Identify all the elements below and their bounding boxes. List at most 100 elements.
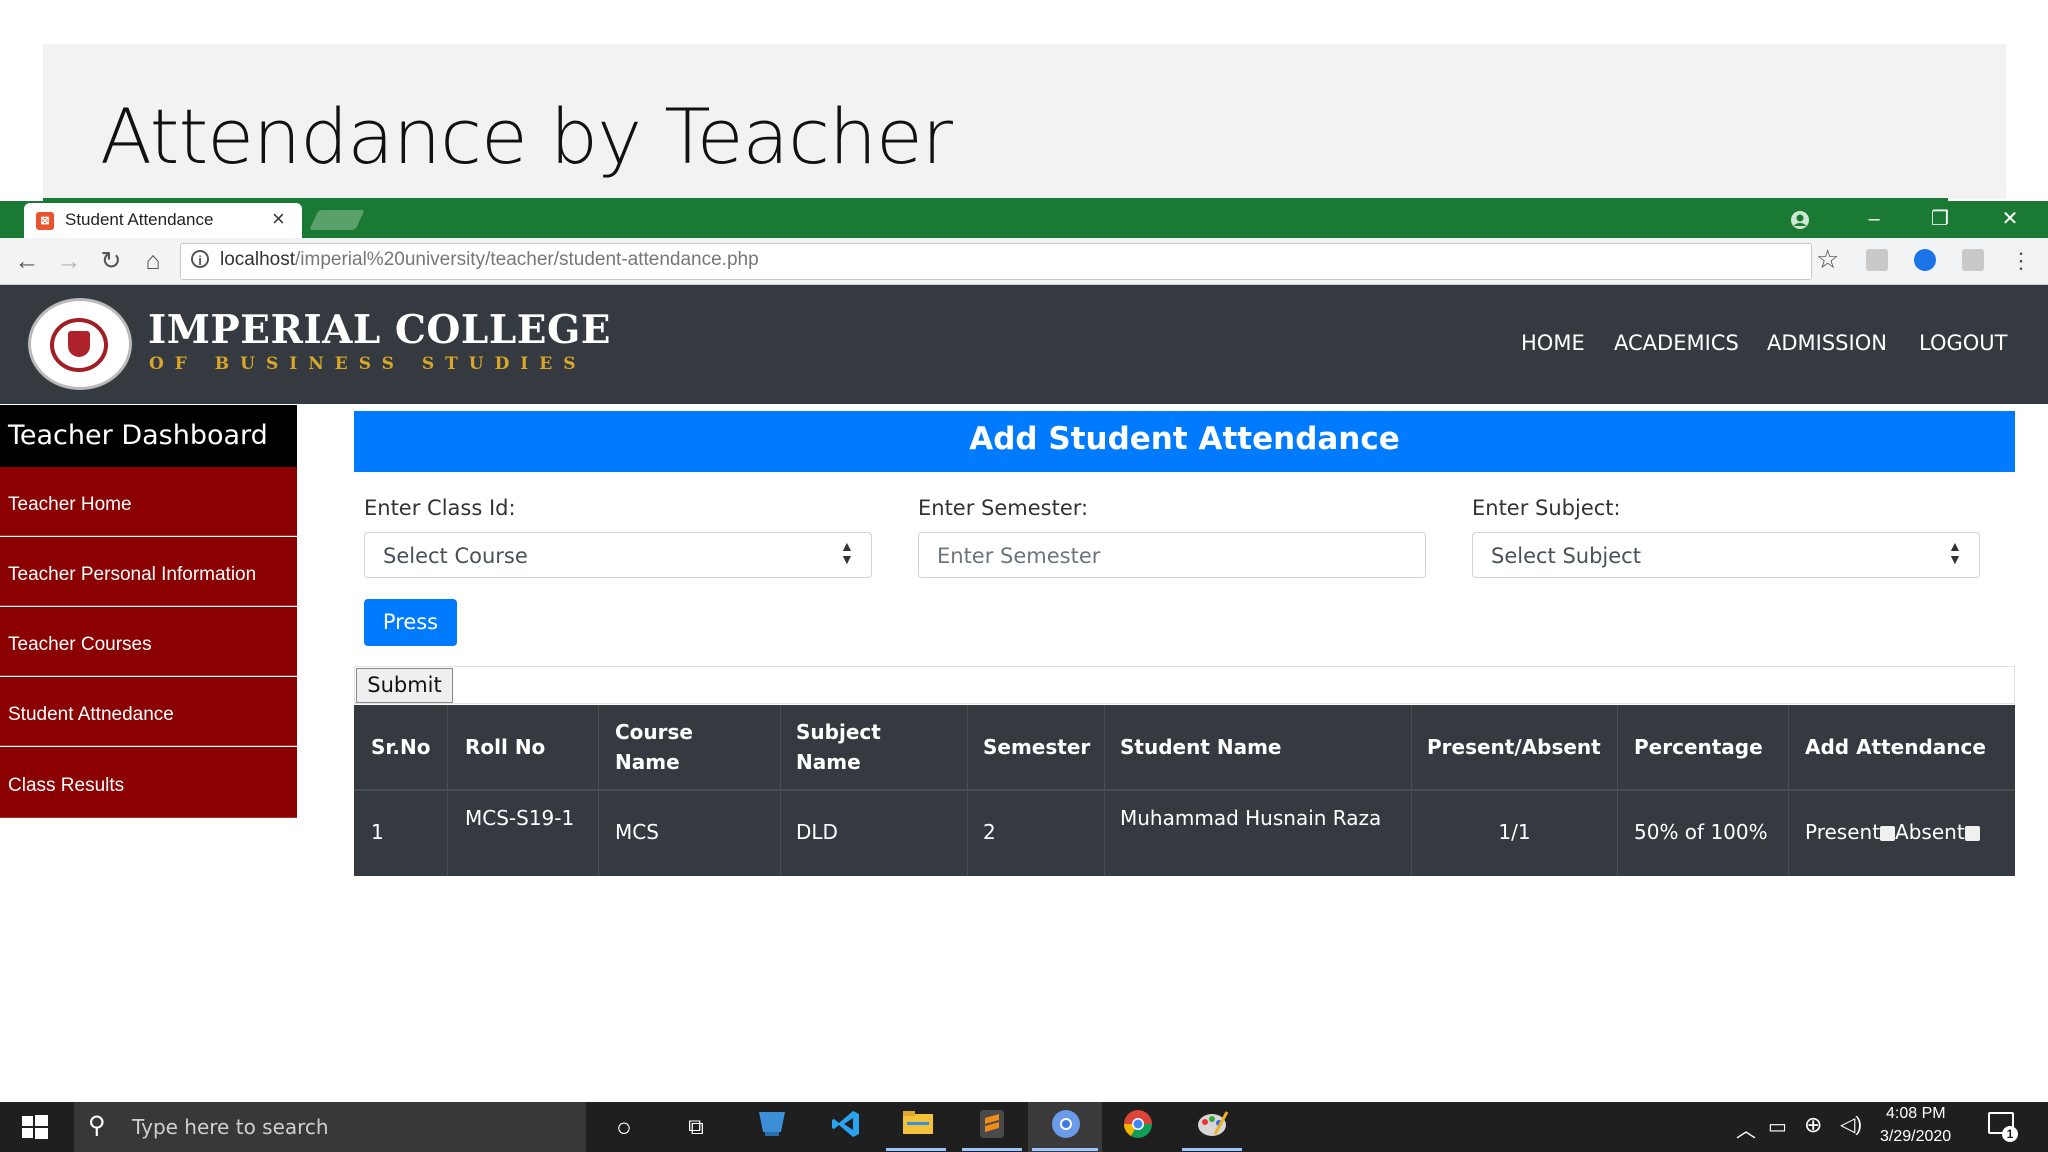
- subject-select-value[interactable]: Select Subject: [1491, 544, 1641, 568]
- cell-semester: 2: [983, 820, 996, 844]
- cell-course: MCS: [615, 820, 659, 844]
- table-header-divider: [354, 789, 2015, 791]
- column-divider: [967, 705, 968, 876]
- sidebar-item-label[interactable]: Student Attnedance: [8, 704, 174, 726]
- url-text[interactable]: localhost/imperial%20university/teacher/…: [220, 249, 759, 271]
- cell-rollno: MCS-S19-1: [465, 806, 575, 830]
- sidebar-title: Teacher Dashboard: [8, 420, 268, 451]
- column-divider: [1788, 705, 1789, 876]
- select-arrows-icon: ▲ ▼: [840, 538, 854, 567]
- task-view-icon[interactable]: ⧉: [676, 1108, 716, 1146]
- extension-icon-2[interactable]: [1962, 249, 1984, 271]
- new-tab-button[interactable]: [309, 210, 365, 230]
- restore-icon[interactable]: ❐: [1918, 203, 1962, 236]
- tab-title[interactable]: Student Attendance: [65, 210, 213, 230]
- nav-admission[interactable]: ADMISSION: [1767, 331, 1887, 355]
- cell-subject: DLD: [796, 820, 838, 844]
- column-divider: [1617, 705, 1618, 876]
- search-icon: ⚲: [88, 1112, 106, 1139]
- absent-label: Absent: [1895, 820, 1965, 844]
- active-app-indicator: [1032, 1148, 1098, 1151]
- logo-shield: [68, 331, 90, 357]
- nav-academics[interactable]: ACADEMICS: [1614, 331, 1739, 355]
- reload-icon[interactable]: ↻: [94, 244, 128, 278]
- sidebar-item-label[interactable]: Class Results: [8, 775, 124, 797]
- column-header-srno: Sr.No: [371, 735, 431, 759]
- site-info-icon[interactable]: i: [191, 250, 209, 268]
- paint-icon[interactable]: [1192, 1108, 1232, 1146]
- cell-percentage: 50% of 100%: [1634, 820, 1768, 844]
- column-divider: [1104, 705, 1105, 876]
- tab-close-icon[interactable]: ×: [272, 206, 285, 232]
- subject-label: Enter Subject:: [1472, 496, 1621, 520]
- volume-icon[interactable]: ◁): [1840, 1112, 1862, 1137]
- close-window-icon[interactable]: ✕: [1988, 203, 2032, 236]
- minimize-icon[interactable]: –: [1852, 203, 1896, 236]
- active-app-indicator: [886, 1148, 946, 1151]
- brand-subtitle: OF BUSINESS STUDIES: [149, 354, 587, 374]
- column-header-subject: Subject Name: [796, 720, 881, 774]
- windows-start-icon[interactable]: [20, 1113, 50, 1141]
- taskbar-search-placeholder[interactable]: Type here to search: [132, 1115, 329, 1139]
- column-header-student: Student Name: [1120, 735, 1282, 759]
- present-checkbox[interactable]: [1880, 826, 1896, 841]
- bookmark-star-icon[interactable]: ☆: [1816, 244, 1839, 275]
- cortana-icon[interactable]: ○: [604, 1108, 644, 1146]
- cell-srno: 1: [371, 820, 384, 844]
- nav-logout[interactable]: LOGOUT: [1919, 331, 2007, 355]
- vscode-icon[interactable]: [826, 1108, 866, 1146]
- class-id-label: Enter Class Id:: [364, 496, 516, 520]
- browser-menu-icon[interactable]: ⋮: [2004, 244, 2038, 278]
- cell-present-absent: 1/1: [1498, 820, 1531, 844]
- active-app-indicator: [1182, 1148, 1242, 1151]
- submit-button[interactable]: Submit: [356, 668, 453, 703]
- submit-row: [354, 666, 2015, 704]
- extension-search-icon[interactable]: [1914, 249, 1936, 271]
- brand-name: IMPERIAL COLLEGE: [148, 307, 611, 353]
- chrome-icon[interactable]: [1118, 1108, 1158, 1146]
- course-select-value[interactable]: Select Course: [383, 544, 528, 568]
- active-app-indicator: [962, 1148, 1022, 1151]
- forward-icon[interactable]: →: [52, 244, 86, 278]
- present-label: Present: [1805, 820, 1881, 844]
- notification-badge: 1: [2002, 1126, 2018, 1142]
- semester-label: Enter Semester:: [918, 496, 1089, 520]
- column-divider: [1411, 705, 1412, 876]
- column-header-percentage: Percentage: [1634, 735, 1763, 759]
- cell-student-name: Muhammad Husnain Raza: [1120, 806, 1382, 830]
- column-divider: [598, 705, 599, 876]
- home-icon[interactable]: ⌂: [136, 244, 170, 278]
- sublime-text-icon[interactable]: [972, 1108, 1012, 1146]
- profile-icon[interactable]: [1778, 203, 1822, 236]
- app-icon-sandbox[interactable]: [752, 1108, 792, 1146]
- column-header-course: Course Name: [615, 720, 693, 774]
- column-divider: [780, 705, 781, 876]
- cell-add-attendance: Present Absent: [1805, 817, 1980, 847]
- back-icon[interactable]: ←: [10, 244, 44, 278]
- column-header-add-attendance: Add Attendance: [1805, 735, 1986, 759]
- sidebar-item-label[interactable]: Teacher Home: [8, 494, 132, 516]
- extension-icon[interactable]: [1866, 249, 1888, 271]
- chrome-icon-active[interactable]: [1046, 1108, 1086, 1146]
- show-hidden-icons-icon[interactable]: ︿: [1736, 1114, 1756, 1143]
- tab-favicon-icon: ⊠: [36, 212, 54, 230]
- absent-checkbox[interactable]: [1964, 826, 1980, 841]
- clock-time[interactable]: 4:08 PM: [1886, 1105, 1946, 1123]
- network-icon[interactable]: ⊕: [1804, 1112, 1822, 1138]
- column-header-semester: Semester: [983, 735, 1091, 759]
- slide-title: Attendance by Teacher: [100, 92, 953, 181]
- nav-home[interactable]: HOME: [1521, 331, 1585, 355]
- press-button[interactable]: Press: [364, 599, 457, 646]
- column-header-rollno: Roll No: [465, 735, 546, 759]
- clock-date[interactable]: 3/29/2020: [1880, 1128, 1951, 1146]
- browser-titlebar: [0, 201, 2048, 238]
- column-divider: [447, 705, 448, 876]
- file-explorer-icon[interactable]: [898, 1108, 938, 1146]
- semester-placeholder[interactable]: Enter Semester: [937, 544, 1100, 568]
- column-header-present-absent: Present/Absent: [1427, 735, 1601, 759]
- form-heading: Add Student Attendance: [969, 421, 1400, 457]
- select-arrows-icon: ▲ ▼: [1948, 538, 1962, 567]
- battery-icon[interactable]: ▭: [1768, 1114, 1787, 1139]
- sidebar-item-label[interactable]: Teacher Courses: [8, 634, 152, 656]
- sidebar-item-label[interactable]: Teacher Personal Information: [8, 564, 256, 586]
